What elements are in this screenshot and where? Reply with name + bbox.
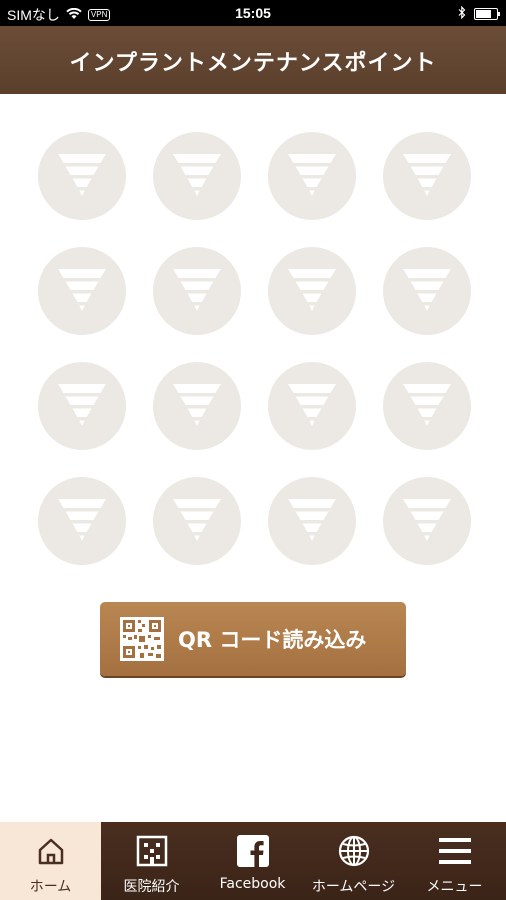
clock: 15:05 <box>235 5 271 21</box>
tab-label: 医院紹介 <box>123 879 180 895</box>
app-header: インプラントメンテナンスポイント <box>0 26 506 94</box>
point-slot[interactable] <box>268 247 356 335</box>
page-title: インプラントメンテナンスポイント <box>69 51 437 76</box>
tab-facebook[interactable]: Facebook <box>202 822 303 900</box>
tab-menu[interactable]: メニュー <box>404 822 505 900</box>
tab-bar: ホーム 医院紹介 Facebook ホームページ メニュー <box>0 822 506 900</box>
layered-funnel-icon <box>288 154 336 196</box>
tab-clinic[interactable]: 医院紹介 <box>101 822 202 900</box>
tab-home[interactable]: ホーム <box>0 822 101 900</box>
home-icon <box>34 834 68 868</box>
qr-code-icon <box>120 617 164 661</box>
point-slot[interactable] <box>153 477 241 565</box>
layered-funnel-icon <box>58 269 106 311</box>
layered-funnel-icon <box>403 499 451 541</box>
tab-label: ホームページ <box>311 879 396 895</box>
tab-label: Facebook <box>219 876 286 892</box>
point-slot[interactable] <box>268 477 356 565</box>
layered-funnel-icon <box>58 384 106 426</box>
layered-funnel-icon <box>173 154 221 196</box>
clinic-icon <box>135 834 169 868</box>
point-slot[interactable] <box>153 247 241 335</box>
layered-funnel-icon <box>58 499 106 541</box>
layered-funnel-icon <box>58 154 106 196</box>
layered-funnel-icon <box>403 384 451 426</box>
layered-funnel-icon <box>288 499 336 541</box>
layered-funnel-icon <box>403 269 451 311</box>
point-slot[interactable] <box>383 362 471 450</box>
qr-scan-button[interactable]: QR コード読み込み <box>100 602 406 676</box>
point-slot[interactable] <box>38 477 126 565</box>
facebook-icon <box>236 834 270 868</box>
point-slot[interactable] <box>268 362 356 450</box>
point-slot[interactable] <box>383 247 471 335</box>
tab-label: ホーム <box>29 879 72 895</box>
layered-funnel-icon <box>173 384 221 426</box>
point-slot[interactable] <box>153 132 241 220</box>
layered-funnel-icon <box>288 269 336 311</box>
tab-homepage[interactable]: ホームページ <box>303 822 404 900</box>
layered-funnel-icon <box>403 154 451 196</box>
bluetooth-icon <box>458 5 466 22</box>
point-slot[interactable] <box>268 132 356 220</box>
status-bar: SIMなし VPN 15:05 <box>0 0 506 26</box>
menu-icon <box>438 834 472 868</box>
tab-label: メニュー <box>426 879 483 895</box>
layered-funnel-icon <box>288 384 336 426</box>
point-slot[interactable] <box>38 132 126 220</box>
point-slot[interactable] <box>153 362 241 450</box>
qr-button-label: QR コード読み込み <box>178 628 367 652</box>
point-slot[interactable] <box>38 362 126 450</box>
layered-funnel-icon <box>173 269 221 311</box>
point-slot[interactable] <box>38 247 126 335</box>
point-slot[interactable] <box>383 132 471 220</box>
globe-icon <box>337 834 371 868</box>
point-slot[interactable] <box>383 477 471 565</box>
layered-funnel-icon <box>173 499 221 541</box>
battery-icon <box>474 8 500 20</box>
